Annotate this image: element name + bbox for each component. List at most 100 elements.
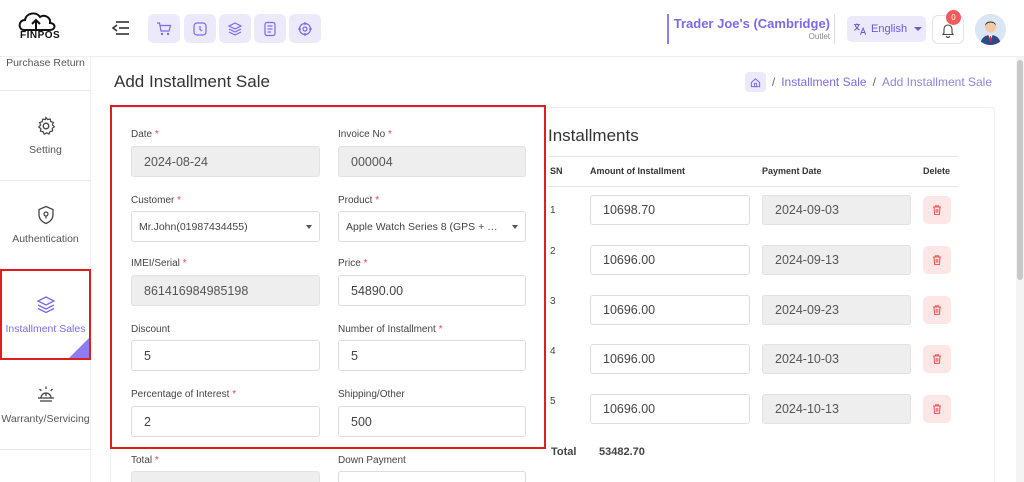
column-header-date: Payment Date (762, 166, 822, 176)
user-avatar[interactable] (975, 14, 1006, 45)
trash-icon (933, 305, 941, 316)
delete-button[interactable] (923, 395, 951, 423)
installment-amount-input[interactable]: 10696.00 (590, 245, 750, 275)
layers-button[interactable] (219, 14, 251, 43)
avatar-icon (975, 14, 1006, 45)
imei-field[interactable]: 861416984985198 (131, 275, 320, 306)
cart-icon (157, 21, 172, 35)
breadcrumb-installment-sale[interactable]: Installment Sale (781, 75, 866, 89)
required-mark: * (154, 129, 159, 140)
payment-date-field[interactable]: 2024-10-13 (762, 394, 911, 424)
installment-amount-input[interactable]: 10696.00 (590, 394, 750, 424)
invoice-field[interactable]: 000004 (338, 146, 526, 177)
installments-total-label: Total (551, 446, 577, 458)
num-installment-field[interactable]: 5 (338, 340, 526, 371)
sidebar-item-warranty-servicing[interactable]: Warranty/Servicing (0, 360, 91, 450)
store-selector[interactable]: Trader Joe's (Cambridge) Outlet (667, 14, 835, 44)
shipping-field[interactable]: 500 (338, 406, 526, 437)
clock-icon (193, 21, 207, 36)
row-sn: 5 (550, 396, 556, 407)
menu-toggle-icon[interactable] (112, 20, 130, 36)
date-label: Date * (131, 129, 159, 140)
layers-icon (227, 21, 243, 36)
delete-button[interactable] (923, 296, 951, 324)
sidebar-item-authentication[interactable]: Authentication (0, 181, 91, 270)
num-installment-label-text: Number of Installment (338, 324, 436, 335)
pos-cart-button[interactable] (148, 14, 180, 43)
sidebar-item-setting[interactable]: Setting (0, 91, 91, 181)
delete-button[interactable] (923, 246, 951, 274)
delete-button[interactable] (923, 196, 951, 224)
divider (548, 156, 958, 157)
total-field[interactable] (131, 471, 320, 482)
payment-date-field[interactable]: 2024-09-03 (762, 195, 911, 225)
chevron-down-icon (512, 225, 518, 229)
required-mark: * (177, 195, 182, 206)
product-select[interactable]: Apple Watch Series 8 (GPS + Cellular) (338, 211, 526, 242)
installment-amount-input[interactable]: 10696.00 (590, 344, 750, 374)
sidebar-item-label: Warranty/Servicing (1, 412, 90, 425)
invoice-label-text: Invoice No (338, 129, 386, 140)
price-field[interactable]: 54890.00 (338, 275, 526, 306)
installments-total-value: 53482.70 (599, 446, 645, 458)
crosshair-icon (298, 21, 312, 36)
store-name: Trader Joe's (Cambridge) (673, 16, 830, 31)
payment-date-field[interactable]: 2024-09-13 (762, 245, 911, 275)
required-mark: * (232, 389, 237, 400)
app-logo[interactable] (14, 6, 62, 50)
chevron-down-icon (914, 27, 923, 31)
breadcrumb: / Installment Sale / Add Installment Sal… (744, 72, 992, 92)
language-label: English (871, 23, 908, 35)
clock-button[interactable] (184, 14, 216, 43)
required-mark: * (388, 129, 392, 140)
sidebar-item-label: Purchase Return (6, 57, 85, 69)
sidebar-item-purchase-return[interactable]: Purchase Return (0, 57, 91, 91)
breadcrumb-separator: / (771, 75, 776, 89)
breadcrumb-current: Add Installment Sale (881, 75, 992, 89)
discount-label: Discount (131, 324, 170, 335)
column-header-delete: Delete (923, 166, 951, 176)
logo-text: FINPOS (20, 30, 61, 41)
required-mark: * (438, 324, 443, 335)
column-header-amount: Amount of Installment (590, 166, 685, 176)
total-label: Total * (131, 455, 159, 466)
breadcrumb-home[interactable] (744, 72, 766, 92)
date-field[interactable]: 2024-08-24 (131, 146, 320, 177)
product-label-text: Product (338, 195, 373, 206)
gear-icon (37, 115, 55, 135)
trash-icon (933, 404, 941, 415)
installments-title: Installments (548, 126, 639, 145)
scrollbar-thumb[interactable] (1017, 60, 1023, 280)
translate-icon (853, 23, 867, 35)
target-button[interactable] (289, 14, 321, 43)
interest-field[interactable]: 2 (131, 406, 320, 437)
receipt-icon (264, 21, 276, 36)
notification-badge: 0 (946, 10, 961, 25)
installment-amount-input[interactable]: 10696.00 (590, 295, 750, 325)
home-icon (750, 77, 760, 87)
invoice-label: Invoice No * (338, 129, 392, 140)
layers-icon (36, 295, 55, 313)
delete-button[interactable] (923, 345, 951, 373)
date-label-text: Date (131, 129, 153, 140)
breadcrumb-separator: / (872, 75, 876, 89)
row-sn: 3 (550, 296, 556, 307)
payment-date-field[interactable]: 2024-09-23 (762, 295, 911, 325)
payment-date-field[interactable]: 2024-10-03 (762, 344, 911, 374)
discount-field[interactable]: 5 (131, 340, 320, 371)
installment-amount-input[interactable]: 10698.70 (590, 195, 750, 225)
sidebar-item-label: Authentication (12, 233, 79, 245)
num-installment-label: Number of Installment * (338, 324, 443, 335)
required-mark: * (363, 258, 368, 269)
customer-select[interactable]: Mr.John(01987434455) (131, 211, 320, 242)
row-sn: 1 (550, 205, 556, 216)
product-label: Product * (338, 195, 379, 206)
product-value: Apple Watch Series 8 (GPS + Cellular) (346, 220, 505, 233)
down-payment-field[interactable] (338, 471, 526, 482)
sidebar-item-installment-sales[interactable]: Installment Sales (0, 269, 91, 360)
trash-icon (933, 354, 941, 365)
language-dropdown[interactable]: English (847, 16, 926, 42)
receipt-button[interactable] (254, 14, 286, 43)
row-sn: 4 (550, 346, 556, 357)
shield-icon (37, 205, 54, 225)
